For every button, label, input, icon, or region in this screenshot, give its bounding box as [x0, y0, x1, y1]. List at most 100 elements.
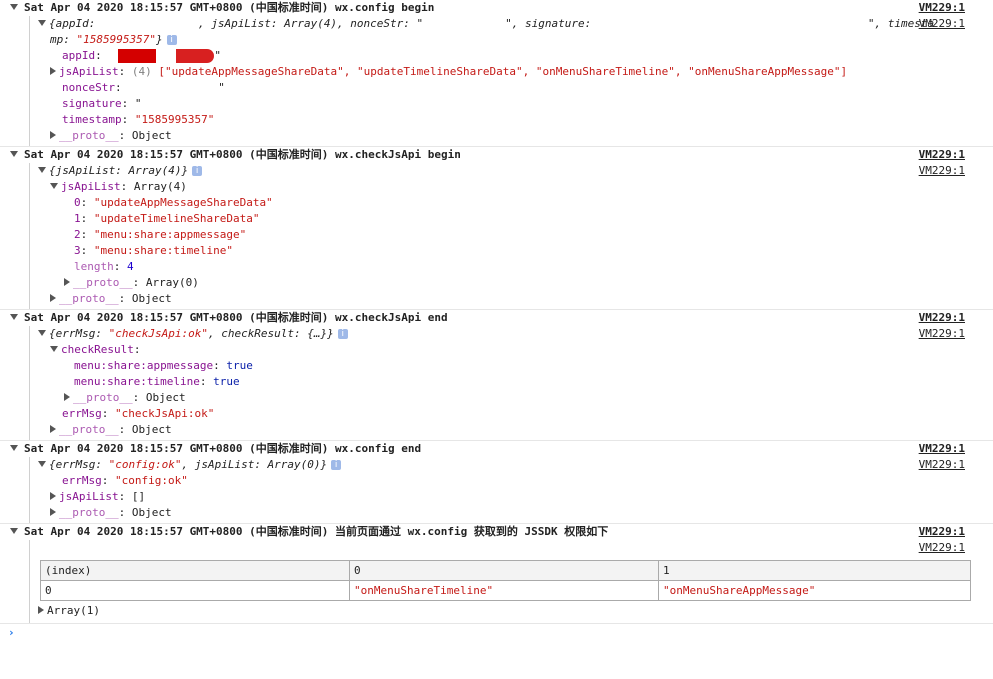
source-link[interactable]: VM229:1	[919, 326, 965, 342]
checkresult-row[interactable]: checkResult:	[38, 342, 993, 358]
source-link[interactable]: VM229:1	[919, 147, 965, 163]
collapse-triangle-icon[interactable]	[10, 314, 18, 320]
group-title: Sat Apr 04 2020 18:15:57 GMT+0800 (中国标准时…	[24, 525, 609, 538]
group-body: VM229:1 {errMsg: "checkJsApi:ok", checkR…	[29, 326, 993, 440]
proto-row[interactable]: __proto__: Object	[38, 291, 993, 307]
expand-triangle-icon[interactable]	[50, 294, 56, 302]
group-header[interactable]: Sat Apr 04 2020 18:15:57 GMT+0800 (中国标准时…	[0, 0, 993, 16]
table-header-cell[interactable]: 0	[349, 560, 659, 581]
log-group-config-end: Sat Apr 04 2020 18:15:57 GMT+0800 (中国标准时…	[0, 441, 993, 524]
log-group-jssdk-permissions: Sat Apr 04 2020 18:15:57 GMT+0800 (中国标准时…	[0, 524, 993, 624]
prop-row: appId: "	[62, 49, 221, 63]
expand-triangle-icon[interactable]	[38, 167, 46, 173]
source-link[interactable]: VM229:1	[919, 163, 965, 179]
object-preview[interactable]: VM229:1 {errMsg: "checkJsApi:ok", checkR…	[38, 326, 993, 342]
source-link[interactable]: VM229:1	[919, 540, 965, 556]
expand-triangle-icon[interactable]	[50, 425, 56, 433]
proto-row[interactable]: __proto__: Array(0)	[38, 275, 993, 291]
expand-triangle-icon[interactable]	[50, 346, 58, 352]
proto-row[interactable]: __proto__: Object	[38, 128, 993, 144]
table-row: 0 "onMenuShareTimeline" "onMenuShareAppM…	[40, 580, 971, 601]
log-group-config-begin: Sat Apr 04 2020 18:15:57 GMT+0800 (中国标准时…	[0, 0, 993, 147]
group-body: VM229:1 {appId: , jsApiList: Array(4), n…	[29, 16, 993, 146]
console-table: (index) 0 1 0 "onMenuShareTimeline" "onM…	[40, 560, 971, 601]
redacted-red-block	[118, 49, 157, 63]
proto-row[interactable]: __proto__: Object	[38, 390, 993, 406]
expand-triangle-icon[interactable]	[38, 330, 46, 336]
prop-row-jsapilist[interactable]: jsApiList: Array(4)	[38, 179, 993, 195]
redacted-region	[128, 81, 218, 95]
source-link[interactable]: VM229:1	[919, 441, 965, 457]
group-title: Sat Apr 04 2020 18:15:57 GMT+0800 (中国标准时…	[24, 311, 448, 324]
object-preview[interactable]: VM229:1 {errMsg: "config:ok", jsApiList:…	[38, 457, 993, 473]
group-header[interactable]: Sat Apr 04 2020 18:15:57 GMT+0800 (中国标准时…	[0, 310, 993, 326]
prop-row: signature: "	[62, 97, 142, 110]
console-panel: Sat Apr 04 2020 18:15:57 GMT+0800 (中国标准时…	[0, 0, 993, 642]
table-cell: "onMenuShareAppMessage"	[658, 580, 971, 601]
table-header-row: (index) 0 1	[40, 560, 971, 581]
source-line: VM229:1	[38, 540, 993, 556]
proto-row[interactable]: __proto__: Object	[38, 422, 993, 438]
source-link[interactable]: VM229:1	[919, 16, 965, 32]
prompt-chevron-icon: ›	[8, 626, 15, 639]
prop-row: timestamp: "1585995357"	[62, 113, 215, 126]
source-link[interactable]: VM229:1	[919, 0, 965, 16]
prop-row: errMsg: "config:ok"	[62, 474, 188, 487]
length-row: length: 4	[74, 260, 134, 273]
array-row[interactable]: Array(1)	[38, 603, 993, 619]
source-link[interactable]: VM229:1	[919, 310, 965, 326]
redacted-red-block	[176, 49, 215, 63]
expand-triangle-icon[interactable]	[38, 606, 44, 614]
group-title: Sat Apr 04 2020 18:15:57 GMT+0800 (中国标准时…	[24, 1, 435, 14]
info-icon[interactable]: i	[192, 166, 203, 176]
object-preview[interactable]: VM229:1 {appId: , jsApiList: Array(4), n…	[38, 16, 993, 32]
group-header[interactable]: Sat Apr 04 2020 18:15:57 GMT+0800 (中国标准时…	[0, 524, 993, 540]
array-item: 1: "updateTimelineShareData"	[74, 212, 260, 225]
collapse-triangle-icon[interactable]	[10, 151, 18, 157]
expand-triangle-icon[interactable]	[38, 20, 46, 26]
group-title: Sat Apr 04 2020 18:15:57 GMT+0800 (中国标准时…	[24, 442, 422, 455]
prop-row: menu:share:timeline: true	[74, 375, 240, 388]
prop-row: errMsg: "checkJsApi:ok"	[62, 407, 215, 420]
prop-row-jsapilist[interactable]: jsApiList: []	[38, 489, 993, 505]
info-icon[interactable]: i	[331, 460, 342, 470]
table-header-cell[interactable]: 1	[658, 560, 971, 581]
group-body: VM229:1 {errMsg: "config:ok", jsApiList:…	[29, 457, 993, 523]
collapse-triangle-icon[interactable]	[10, 445, 18, 451]
expand-triangle-icon[interactable]	[50, 508, 56, 516]
expand-triangle-icon[interactable]	[50, 131, 56, 139]
redacted-region	[102, 17, 198, 31]
prop-row: nonceStr: "	[62, 81, 225, 95]
object-preview[interactable]: VM229:1 {jsApiList: Array(4)} i	[38, 163, 993, 179]
group-header[interactable]: Sat Apr 04 2020 18:15:57 GMT+0800 (中国标准时…	[0, 147, 993, 163]
array-item: 2: "menu:share:appmessage"	[74, 228, 247, 241]
expand-triangle-icon[interactable]	[50, 183, 58, 189]
group-body: VM229:1 {jsApiList: Array(4)} i jsApiList…	[29, 163, 993, 309]
table-cell: 0	[40, 580, 350, 601]
source-link[interactable]: VM229:1	[919, 524, 965, 540]
log-group-checkjsapi-begin: Sat Apr 04 2020 18:15:57 GMT+0800 (中国标准时…	[0, 147, 993, 310]
table-cell: "onMenuShareTimeline"	[349, 580, 659, 601]
array-item: 0: "updateAppMessageShareData"	[74, 196, 273, 209]
proto-row[interactable]: __proto__: Object	[38, 505, 993, 521]
collapse-triangle-icon[interactable]	[10, 528, 18, 534]
info-icon[interactable]: i	[337, 329, 348, 339]
group-title: Sat Apr 04 2020 18:15:57 GMT+0800 (中国标准时…	[24, 148, 461, 161]
expand-triangle-icon[interactable]	[50, 492, 56, 500]
expand-triangle-icon[interactable]	[64, 278, 70, 286]
table-header-cell[interactable]: (index)	[40, 560, 350, 581]
group-header[interactable]: Sat Apr 04 2020 18:15:57 GMT+0800 (中国标准时…	[0, 441, 993, 457]
source-link[interactable]: VM229:1	[919, 457, 965, 473]
prop-row-jsapilist[interactable]: jsApiList: (4) ["updateAppMessageShareDa…	[38, 64, 993, 80]
expand-triangle-icon[interactable]	[64, 393, 70, 401]
info-icon[interactable]: i	[166, 35, 177, 45]
prop-row: menu:share:appmessage: true	[74, 359, 253, 372]
group-body: VM229:1 (index) 0 1 0 "onMenuShareTimeli…	[29, 540, 993, 623]
array-item: 3: "menu:share:timeline"	[74, 244, 233, 257]
expand-triangle-icon[interactable]	[38, 461, 46, 467]
expand-triangle-icon[interactable]	[50, 67, 56, 75]
object-preview-cont: mp: "1585995357"} i	[38, 32, 993, 48]
collapse-triangle-icon[interactable]	[10, 4, 18, 10]
redacted-region	[598, 17, 868, 31]
console-prompt[interactable]: ›	[0, 624, 993, 642]
